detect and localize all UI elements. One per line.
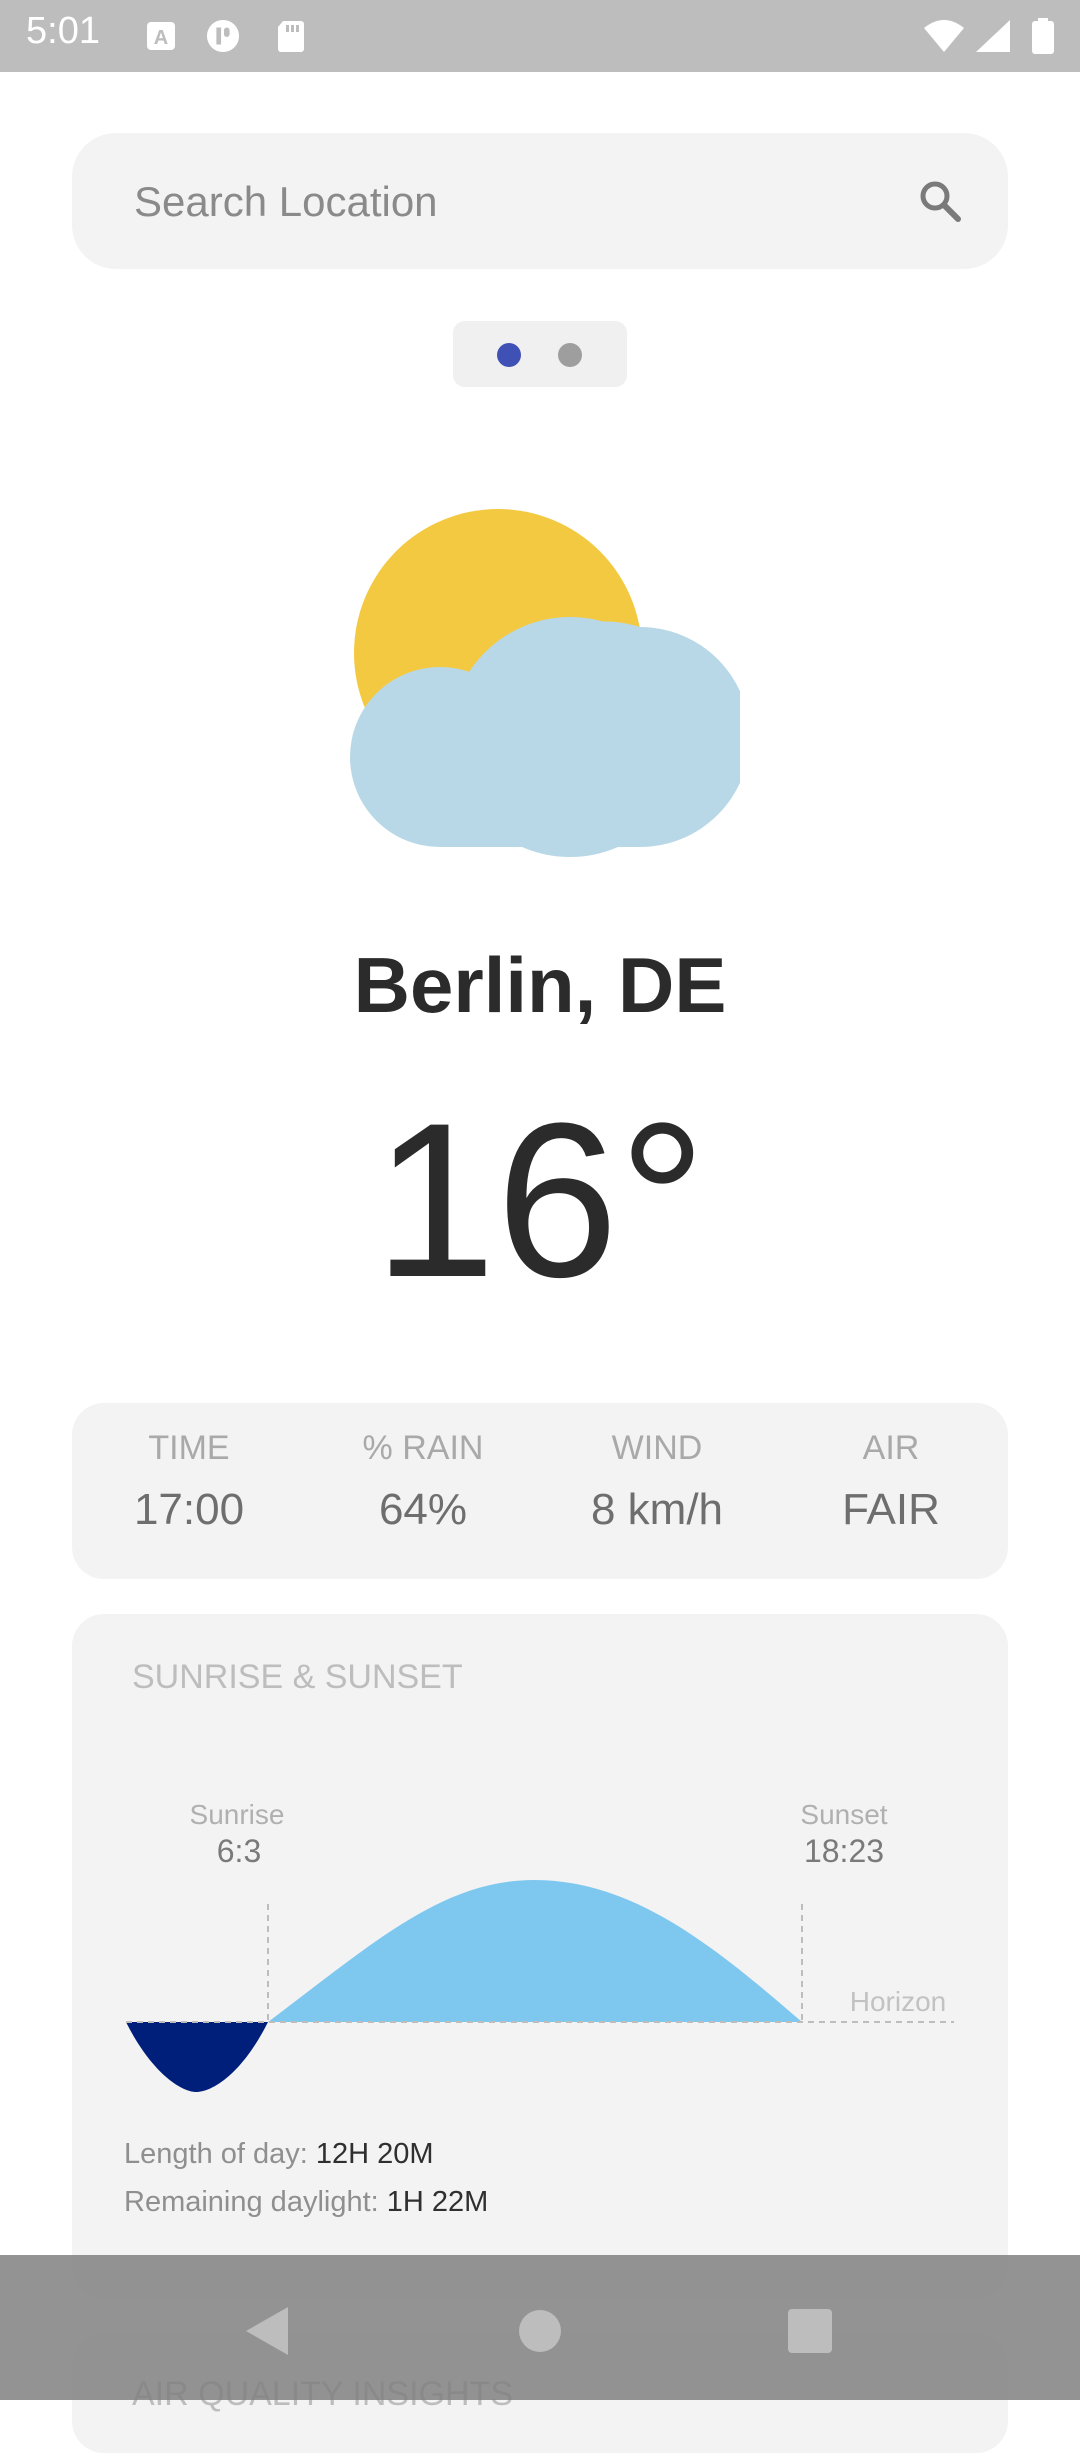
stat-value: 17:00 xyxy=(133,1485,245,1534)
length-of-day: Length of day: 12H 20M xyxy=(124,2138,434,2171)
remaining-daylight-label: Remaining daylight: xyxy=(124,2186,379,2218)
stat-label: % RAIN xyxy=(362,1429,484,1467)
sunset-time: 18:23 xyxy=(804,1833,884,1869)
night-arc xyxy=(126,2022,268,2092)
stat-value: FAIR xyxy=(842,1485,940,1534)
sunrise-time: 6:3 xyxy=(217,1833,261,1869)
status-time: 5:01 xyxy=(26,10,100,52)
stat-label: WIND xyxy=(611,1429,703,1467)
partly-cloudy-icon xyxy=(350,509,740,857)
recents-icon[interactable] xyxy=(782,2303,838,2359)
sunrise-label: Sunrise xyxy=(190,1799,285,1830)
remaining-daylight: Remaining daylight: 1H 22M xyxy=(124,2186,488,2219)
font-a-icon: A xyxy=(147,22,175,50)
length-of-day-value: 12H 20M xyxy=(315,2138,434,2170)
back-icon[interactable] xyxy=(240,2303,296,2359)
navigation-bar xyxy=(0,2255,1080,2400)
search-bar[interactable] xyxy=(72,133,1008,271)
day-arc xyxy=(268,1880,802,2022)
status-bar: 5:01 A xyxy=(0,0,1080,72)
remaining-daylight-value: 1H 22M xyxy=(386,2186,489,2218)
weather-stats: TIME 17:00 % RAIN 64% WIND 8 km/h AIR FA… xyxy=(72,1403,1008,1579)
home-icon[interactable] xyxy=(512,2303,568,2359)
city-name: Berlin, DE xyxy=(353,941,727,1029)
length-of-day-label: Length of day: xyxy=(124,2138,308,2170)
signal-icon xyxy=(976,20,1010,52)
page-dot-active[interactable] xyxy=(497,343,521,367)
card-title: SUNRISE & SUNSET xyxy=(132,1658,463,1696)
sd-card-icon xyxy=(278,21,304,52)
stat-label: TIME xyxy=(148,1429,230,1467)
search-icon[interactable] xyxy=(916,177,964,225)
stat-label: AIR xyxy=(862,1429,920,1467)
horizon-label: Horizon xyxy=(850,1986,946,2017)
page-dot[interactable] xyxy=(558,343,582,367)
temperature: 16° xyxy=(373,1077,707,1323)
wifi-icon xyxy=(924,20,964,52)
battery-icon xyxy=(1032,18,1054,54)
page-indicator[interactable] xyxy=(453,321,627,387)
app-circle-icon xyxy=(206,19,240,53)
search-input[interactable] xyxy=(132,133,896,271)
stat-value: 8 km/h xyxy=(590,1485,724,1534)
stat-value: 64% xyxy=(378,1485,468,1534)
sunset-label: Sunset xyxy=(800,1799,887,1830)
sunrise-sunset-card: Sunrise 6:3 Sunset 18:23 Horizon SUNRISE… xyxy=(72,1614,1008,2298)
svg-text:A: A xyxy=(154,27,168,49)
